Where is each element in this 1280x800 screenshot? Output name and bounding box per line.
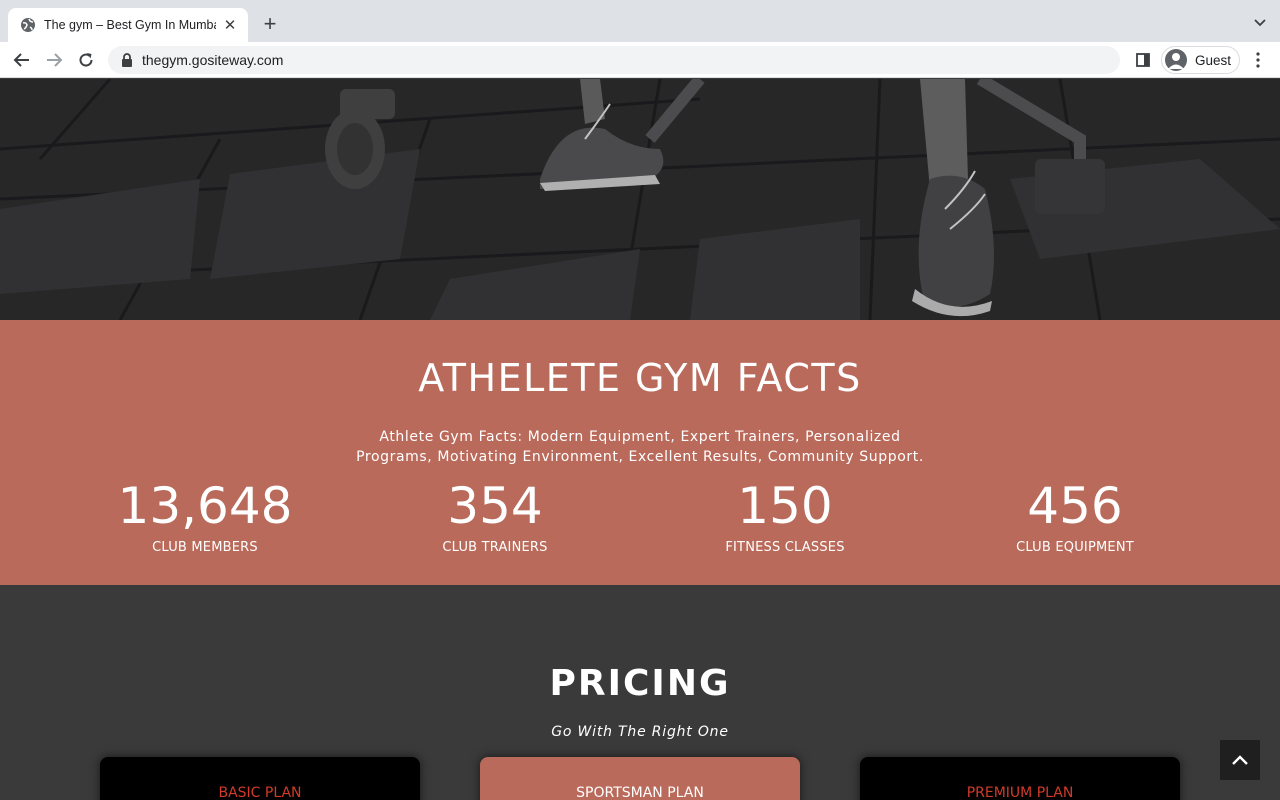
- stat-club-equipment: 456 CLUB EQUIPMENT: [930, 478, 1220, 555]
- back-arrow-icon[interactable]: [10, 48, 34, 72]
- avatar-icon: [1165, 49, 1187, 71]
- pricing-section: PRICING Go With The Right One BASIC PLAN…: [0, 585, 1280, 800]
- more-vert-icon[interactable]: [1248, 50, 1268, 70]
- facts-title: ATHELETE GYM FACTS: [418, 356, 862, 400]
- forward-arrow-icon[interactable]: [42, 48, 66, 72]
- stat-value: 354: [447, 477, 543, 535]
- stat-label: CLUB MEMBERS: [152, 540, 258, 555]
- stat-label: CLUB EQUIPMENT: [1016, 540, 1134, 555]
- reload-icon[interactable]: [74, 48, 98, 72]
- browser-toolbar: thegym.gositeway.com Guest: [0, 42, 1280, 78]
- close-icon[interactable]: ✕: [222, 17, 238, 34]
- pricing-subtitle: Go With The Right One: [551, 724, 729, 740]
- stat-value: 13,648: [117, 477, 293, 535]
- sportsman-plan-card[interactable]: SPORTSMAN PLAN: [480, 757, 800, 800]
- hero-image: [0, 79, 1280, 320]
- profile-name: Guest: [1195, 52, 1232, 68]
- lock-icon[interactable]: [120, 53, 134, 67]
- url-text: thegym.gositeway.com: [142, 52, 284, 68]
- globe-icon: [20, 17, 36, 33]
- tab-strip: The gym – Best Gym In Mumbai ✕ +: [0, 0, 1280, 42]
- tab-title: The gym – Best Gym In Mumbai: [44, 18, 216, 32]
- plus-icon[interactable]: +: [258, 11, 282, 36]
- plan-name: PREMIUM PLAN: [966, 785, 1074, 800]
- browser-tab[interactable]: The gym – Best Gym In Mumbai ✕: [8, 8, 248, 42]
- plan-name: BASIC PLAN: [218, 785, 302, 800]
- stat-fitness-classes: 150 FITNESS CLASSES: [640, 478, 930, 555]
- stat-label: FITNESS CLASSES: [725, 540, 845, 555]
- chevron-down-icon[interactable]: [1252, 14, 1268, 30]
- side-panel-icon[interactable]: [1133, 50, 1153, 70]
- facts-description: Athlete Gym Facts: Modern Equipment, Exp…: [356, 429, 924, 465]
- premium-plan-card[interactable]: PREMIUM PLAN: [860, 757, 1180, 800]
- stat-club-members: 13,648 CLUB MEMBERS: [60, 478, 350, 555]
- stat-value: 456: [1027, 477, 1123, 535]
- stat-label: CLUB TRAINERS: [442, 540, 548, 555]
- plan-name: SPORTSMAN PLAN: [576, 785, 704, 800]
- pricing-title: PRICING: [549, 663, 731, 704]
- gym-facts-section: ATHELETE GYM FACTS Athlete Gym Facts: Mo…: [0, 320, 1280, 585]
- chevron-up-icon[interactable]: [1220, 740, 1260, 780]
- profile-button[interactable]: Guest: [1161, 46, 1240, 74]
- address-bar[interactable]: thegym.gositeway.com: [108, 46, 1120, 74]
- page-viewport: ATHELETE GYM FACTS Athlete Gym Facts: Mo…: [0, 79, 1280, 800]
- stat-value: 150: [737, 477, 833, 535]
- basic-plan-card[interactable]: BASIC PLAN: [100, 757, 420, 800]
- stat-club-trainers: 354 CLUB TRAINERS: [350, 478, 640, 555]
